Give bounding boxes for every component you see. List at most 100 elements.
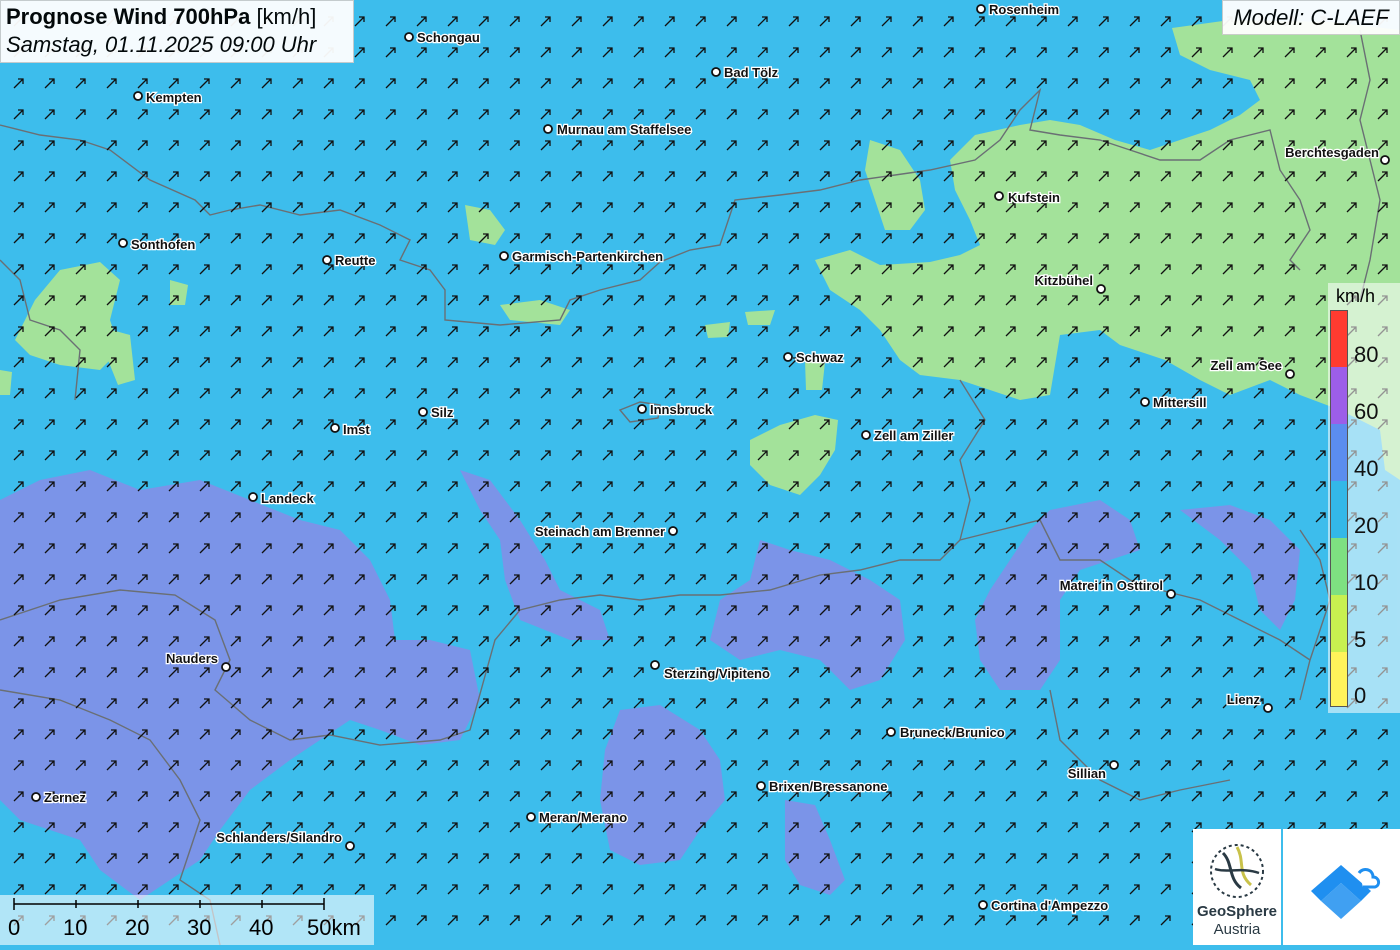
city-dot — [756, 781, 766, 791]
city-label: Steinach am Brenner — [535, 524, 665, 539]
scale-bar: 0 10 20 30 40 50km — [0, 895, 374, 945]
model-label: Modell: C-LAEF — [1222, 0, 1400, 35]
city-label: Zell am Ziller — [874, 428, 953, 443]
title-box: Prognose Wind 700hPa [km/h] Samstag, 01.… — [0, 0, 354, 63]
city-label: Cortina d'Ampezzo — [991, 898, 1108, 913]
city-label: Nauders — [166, 651, 218, 666]
legend-label-10: 10 — [1354, 570, 1379, 595]
legend-bar — [1330, 310, 1348, 707]
city-dot — [418, 407, 428, 417]
city-marker[interactable]: Rosenheim — [976, 1, 1060, 18]
city-label: Zernez — [44, 790, 86, 805]
logo-name: GeoSphere — [1196, 903, 1278, 920]
legend-label-80: 80 — [1354, 342, 1379, 367]
city-dot — [526, 812, 536, 822]
city-dot — [976, 4, 986, 14]
legend-swatch-10 — [1331, 538, 1347, 595]
city-marker[interactable]: Brixen/Bressanone — [756, 778, 889, 795]
city-label: Matrei in Osttirol — [1060, 578, 1163, 593]
city-label: Brixen/Bressanone — [769, 779, 888, 794]
title-bold: Prognose Wind 700hPa — [6, 4, 251, 29]
city-dot — [499, 251, 509, 261]
city-label: Schwaz — [796, 350, 844, 365]
city-label: Bad Tölz — [724, 65, 779, 80]
city-dot — [1109, 760, 1119, 770]
city-label: Schongau — [417, 30, 480, 45]
city-dot — [31, 792, 41, 802]
city-label: Berchtesgaden — [1285, 145, 1379, 160]
city-marker[interactable]: Innsbruck — [637, 401, 714, 418]
city-dot — [637, 404, 647, 414]
city-label: Sonthofen — [131, 237, 195, 252]
city-dot — [345, 841, 355, 851]
city-marker[interactable]: Murnau am Staffelsee — [543, 121, 693, 138]
city-marker[interactable]: Cortina d'Ampezzo — [978, 897, 1110, 914]
city-dot — [1096, 284, 1106, 294]
green-patch-3 — [745, 310, 775, 325]
city-marker[interactable]: Steinach am Brenner — [534, 523, 678, 540]
city-label: Kitzbühel — [1035, 273, 1094, 288]
city-label: Schlanders/Silandro — [216, 830, 342, 845]
city-marker[interactable]: Meran/Merano — [526, 809, 628, 826]
city-dot — [1380, 155, 1390, 165]
forecast-date: Samstag, 01.11.2025 09:00 Uhr — [6, 32, 317, 57]
city-dot — [118, 238, 128, 248]
legend-swatch-20 — [1331, 481, 1347, 538]
city-dot — [1140, 397, 1150, 407]
city-dot — [330, 423, 340, 433]
legend-label-0: 0 — [1354, 683, 1367, 708]
city-label: Innsbruck — [650, 402, 713, 417]
city-dot — [783, 352, 793, 362]
geosphere-logo[interactable]: GeoSphere Austria — [1193, 829, 1281, 945]
map-title: Prognose Wind 700hPa [km/h] — [6, 4, 348, 30]
legend-swatch-40 — [1331, 424, 1347, 481]
title-unit: [km/h] — [256, 4, 317, 29]
city-label: Sterzing/Vipiteno — [664, 666, 770, 681]
city-dot — [1166, 589, 1176, 599]
scale-bar-ruler — [13, 898, 325, 910]
city-label: Rosenheim — [989, 2, 1059, 17]
color-legend: km/h 80 60 40 20 10 5 0 — [1328, 283, 1400, 713]
legend-unit: km/h — [1336, 286, 1376, 306]
city-dot — [133, 91, 143, 101]
green-patch-8 — [0, 370, 12, 395]
city-dot — [1285, 369, 1295, 379]
city-dot — [711, 67, 721, 77]
legend-label-20: 20 — [1354, 513, 1379, 538]
scale-label-0: 0 — [8, 915, 21, 940]
legend-swatch-80 — [1331, 311, 1347, 367]
city-marker[interactable]: Zell am Ziller — [861, 427, 955, 444]
app-logo[interactable] — [1283, 829, 1400, 945]
logo-sub: Austria — [1213, 921, 1261, 938]
city-label: Zell am See — [1210, 358, 1282, 373]
city-label: Garmisch-Partenkirchen — [512, 249, 663, 264]
city-label: Sillian — [1068, 766, 1106, 781]
city-label: Landeck — [261, 491, 315, 506]
scale-label-10: 10 — [63, 915, 88, 940]
city-dot — [221, 662, 231, 672]
city-dot — [668, 526, 678, 536]
legend-label-5: 5 — [1354, 627, 1367, 652]
city-dot — [322, 255, 332, 265]
scale-label-30: 30 — [187, 915, 212, 940]
city-label: Imst — [343, 422, 370, 437]
city-dot — [1263, 703, 1273, 713]
city-dot — [248, 492, 258, 502]
scale-label-50: 50km — [307, 915, 361, 940]
city-label: Lienz — [1227, 692, 1261, 707]
city-dot — [886, 727, 896, 737]
city-marker[interactable]: Sonthofen — [118, 236, 197, 253]
wind-map[interactable]: Rosenheim Schongau Bad Tölz Kempten Murnau a… — [0, 0, 1400, 945]
scale-label-40: 40 — [249, 915, 274, 940]
city-dot — [650, 660, 660, 670]
city-dot — [978, 900, 988, 910]
city-marker[interactable]: Garmisch-Partenkirchen — [499, 248, 664, 265]
legend-swatch-5 — [1331, 595, 1347, 652]
city-label: Mittersill — [1153, 395, 1206, 410]
city-marker[interactable]: Bruneck/Brunico — [886, 724, 1006, 741]
city-dot — [404, 32, 414, 42]
cloud-arrow-icon — [1311, 865, 1381, 919]
legend-label-40: 40 — [1354, 456, 1379, 481]
city-dot — [861, 430, 871, 440]
city-marker[interactable]: Schongau — [404, 29, 481, 46]
